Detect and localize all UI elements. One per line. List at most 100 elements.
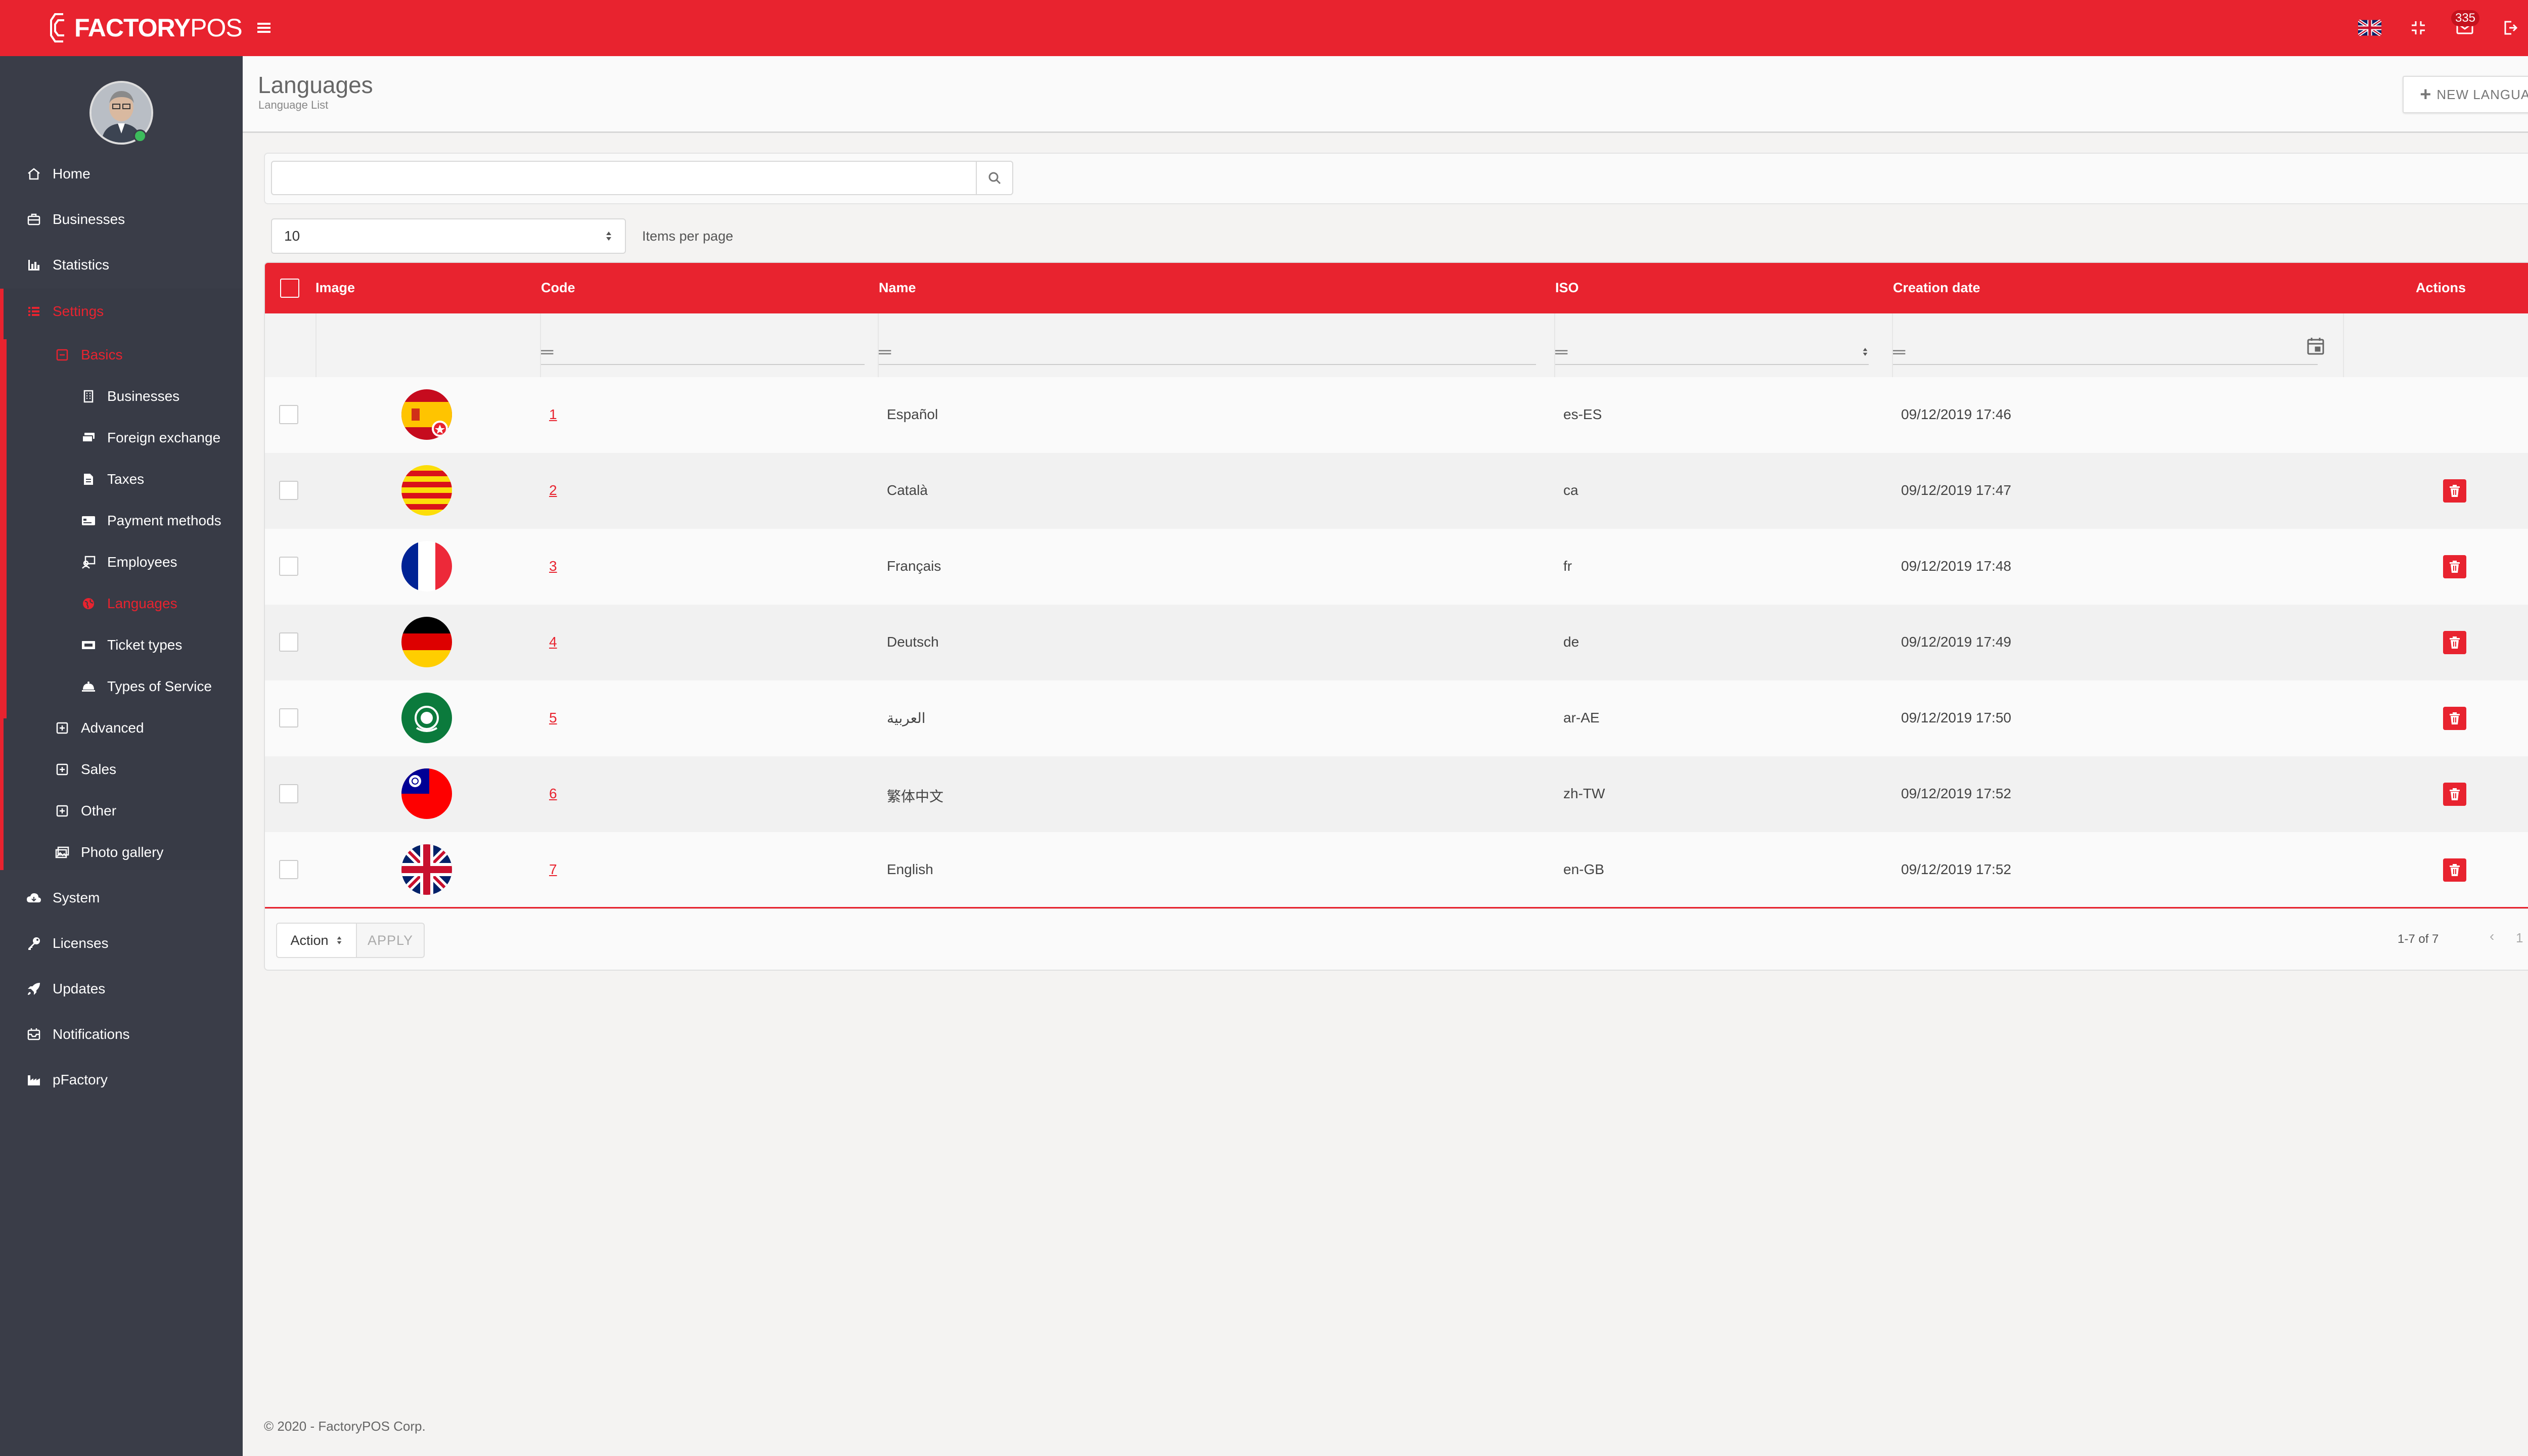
column-header-creation-date[interactable]: Creation date: [1893, 280, 1980, 296]
settings-section-bg: [0, 289, 243, 870]
code-link[interactable]: 7: [549, 861, 557, 878]
row-checkbox[interactable]: [279, 784, 298, 803]
items-per-page-select[interactable]: 10: [271, 218, 626, 254]
search-input[interactable]: [271, 161, 977, 195]
bulk-action-select[interactable]: Action: [276, 923, 357, 958]
column-header-name[interactable]: Name: [879, 280, 916, 296]
sidebar-item-types-of-service[interactable]: Types of Service: [81, 671, 212, 702]
sidebar-item-employees[interactable]: Employees: [81, 547, 177, 577]
creation-date: 09/12/2019 17:49: [1901, 634, 2011, 650]
iso-filter-select[interactable]: ═: [1555, 340, 1869, 365]
taiwan-flag-icon: [401, 768, 452, 819]
sidebar-item-payment-methods[interactable]: Payment methods: [81, 506, 221, 536]
delete-trash-icon[interactable]: [2443, 783, 2466, 806]
row-checkbox[interactable]: [279, 557, 298, 576]
key-icon: [26, 936, 41, 951]
compress-icon[interactable]: [2407, 16, 2430, 39]
sidebar-item-licenses[interactable]: Licenses: [26, 928, 109, 959]
top-bar: FACTORYPOS 335: [0, 0, 2528, 56]
row-checkbox[interactable]: [279, 708, 298, 727]
sidebar-item-pfactory[interactable]: pFactory: [26, 1065, 108, 1095]
previous-page-chevron-icon[interactable]: ‹: [2490, 928, 2494, 944]
sidebar-item-basics-businesses[interactable]: Businesses: [81, 381, 179, 412]
select-all-checkbox[interactable]: [280, 279, 299, 298]
items-per-page-value: 10: [284, 228, 300, 244]
notification-count-badge: 335: [2451, 10, 2479, 26]
delete-trash-icon[interactable]: [2443, 479, 2466, 503]
apply-button[interactable]: APPLY: [356, 923, 425, 958]
sidebar-item-basics[interactable]: Basics: [55, 340, 122, 370]
sidebar-item-foreign-exchange[interactable]: Foreign exchange: [81, 423, 220, 453]
sidebar-item-label: Employees: [107, 554, 177, 570]
iso-code: es-ES: [1563, 406, 1602, 422]
code-link[interactable]: 3: [549, 558, 557, 574]
sidebar-item-photo-gallery[interactable]: Photo gallery: [55, 837, 163, 868]
germany-flag-icon: [401, 617, 452, 667]
sidebar-item-sales[interactable]: Sales: [55, 754, 116, 785]
sidebar-item-settings[interactable]: Settings: [26, 296, 104, 327]
column-header-actions: Actions: [2416, 280, 2466, 295]
iso-code: en-GB: [1563, 861, 1604, 877]
sidebar-item-languages[interactable]: Languages: [81, 588, 177, 619]
sidebar-item-statistics[interactable]: Statistics: [26, 250, 109, 280]
sidebar-item-home[interactable]: Home: [26, 159, 91, 189]
code-link[interactable]: 2: [549, 482, 557, 498]
table-row[interactable]: 1 Español es-ES 09/12/2019 17:46: [265, 377, 2528, 454]
iso-code: ca: [1563, 482, 1578, 498]
france-flag-icon: [401, 541, 452, 592]
search-button[interactable]: [976, 161, 1013, 195]
sidebar-item-businesses[interactable]: Businesses: [26, 204, 125, 235]
date-filter-input[interactable]: ═: [1893, 340, 2318, 365]
new-language-button[interactable]: + NEW LANGUAGE: [2403, 76, 2528, 113]
sidebar-item-label: Advanced: [81, 720, 144, 736]
table-row[interactable]: 4 Deutsch de 09/12/2019 17:49: [265, 605, 2528, 681]
delete-trash-icon[interactable]: [2443, 707, 2466, 730]
table-row[interactable]: 2 Català ca 09/12/2019 17:47: [265, 453, 2528, 530]
table-row[interactable]: 3 Français fr 09/12/2019 17:48: [265, 529, 2528, 606]
language-name: Français: [887, 558, 941, 574]
sidebar-item-label: Updates: [53, 981, 106, 996]
name-filter-input[interactable]: ═: [879, 340, 1536, 365]
uk-flag-language-icon[interactable]: [2358, 16, 2381, 39]
column-header-iso[interactable]: ISO: [1555, 280, 1579, 296]
code-filter-input[interactable]: ═: [541, 340, 865, 365]
items-per-page-label: Items per page: [642, 229, 734, 244]
code-link[interactable]: 1: [549, 406, 557, 423]
sidebar-item-system[interactable]: System: [26, 883, 100, 913]
row-checkbox[interactable]: [279, 860, 298, 879]
equals-icon: ═: [1893, 342, 1906, 361]
sidebar-item-other[interactable]: Other: [55, 796, 116, 826]
table-row[interactable]: 6 繁体中文 zh-TW 09/12/2019 17:52: [265, 756, 2528, 833]
logout-icon[interactable]: [2499, 16, 2522, 39]
delete-trash-icon[interactable]: [2443, 555, 2466, 578]
table-footer-divider: [265, 907, 2528, 908]
code-link[interactable]: 5: [549, 710, 557, 726]
code-link[interactable]: 6: [549, 786, 557, 802]
code-link[interactable]: 4: [549, 634, 557, 650]
delete-trash-icon[interactable]: [2443, 858, 2466, 882]
column-header-image[interactable]: Image: [315, 280, 355, 296]
sidebar-item-updates[interactable]: Updates: [26, 974, 105, 1004]
factorypos-logo[interactable]: FACTORYPOS: [48, 11, 243, 44]
plus-square-icon: [55, 762, 70, 777]
sidebar-item-ticket-types[interactable]: Ticket types: [81, 630, 182, 660]
sidebar-item-label: Types of Service: [107, 678, 212, 694]
table-row[interactable]: 7 English en-GB 09/12/2019 17:52: [265, 832, 2528, 909]
uk-flag-icon: [401, 844, 452, 895]
hamburger-menu-icon[interactable]: [255, 19, 273, 36]
table-row[interactable]: 5 العربية ar-AE 09/12/2019 17:50: [265, 680, 2528, 757]
row-checkbox[interactable]: [279, 405, 298, 424]
credit-card-icon: [81, 513, 96, 528]
page-number[interactable]: 1: [2516, 930, 2523, 946]
bar-chart-icon: [26, 257, 41, 272]
creation-date: 09/12/2019 17:46: [1901, 406, 2011, 422]
sidebar-item-taxes[interactable]: Taxes: [81, 464, 144, 494]
column-header-code[interactable]: Code: [541, 280, 575, 296]
sidebar-item-advanced[interactable]: Advanced: [55, 713, 144, 743]
sidebar-item-notifications[interactable]: Notifications: [26, 1019, 130, 1050]
calendar-icon[interactable]: [2307, 337, 2325, 356]
row-checkbox[interactable]: [279, 632, 298, 652]
row-checkbox[interactable]: [279, 481, 298, 500]
language-name: Deutsch: [887, 634, 939, 650]
delete-trash-icon[interactable]: [2443, 631, 2466, 654]
